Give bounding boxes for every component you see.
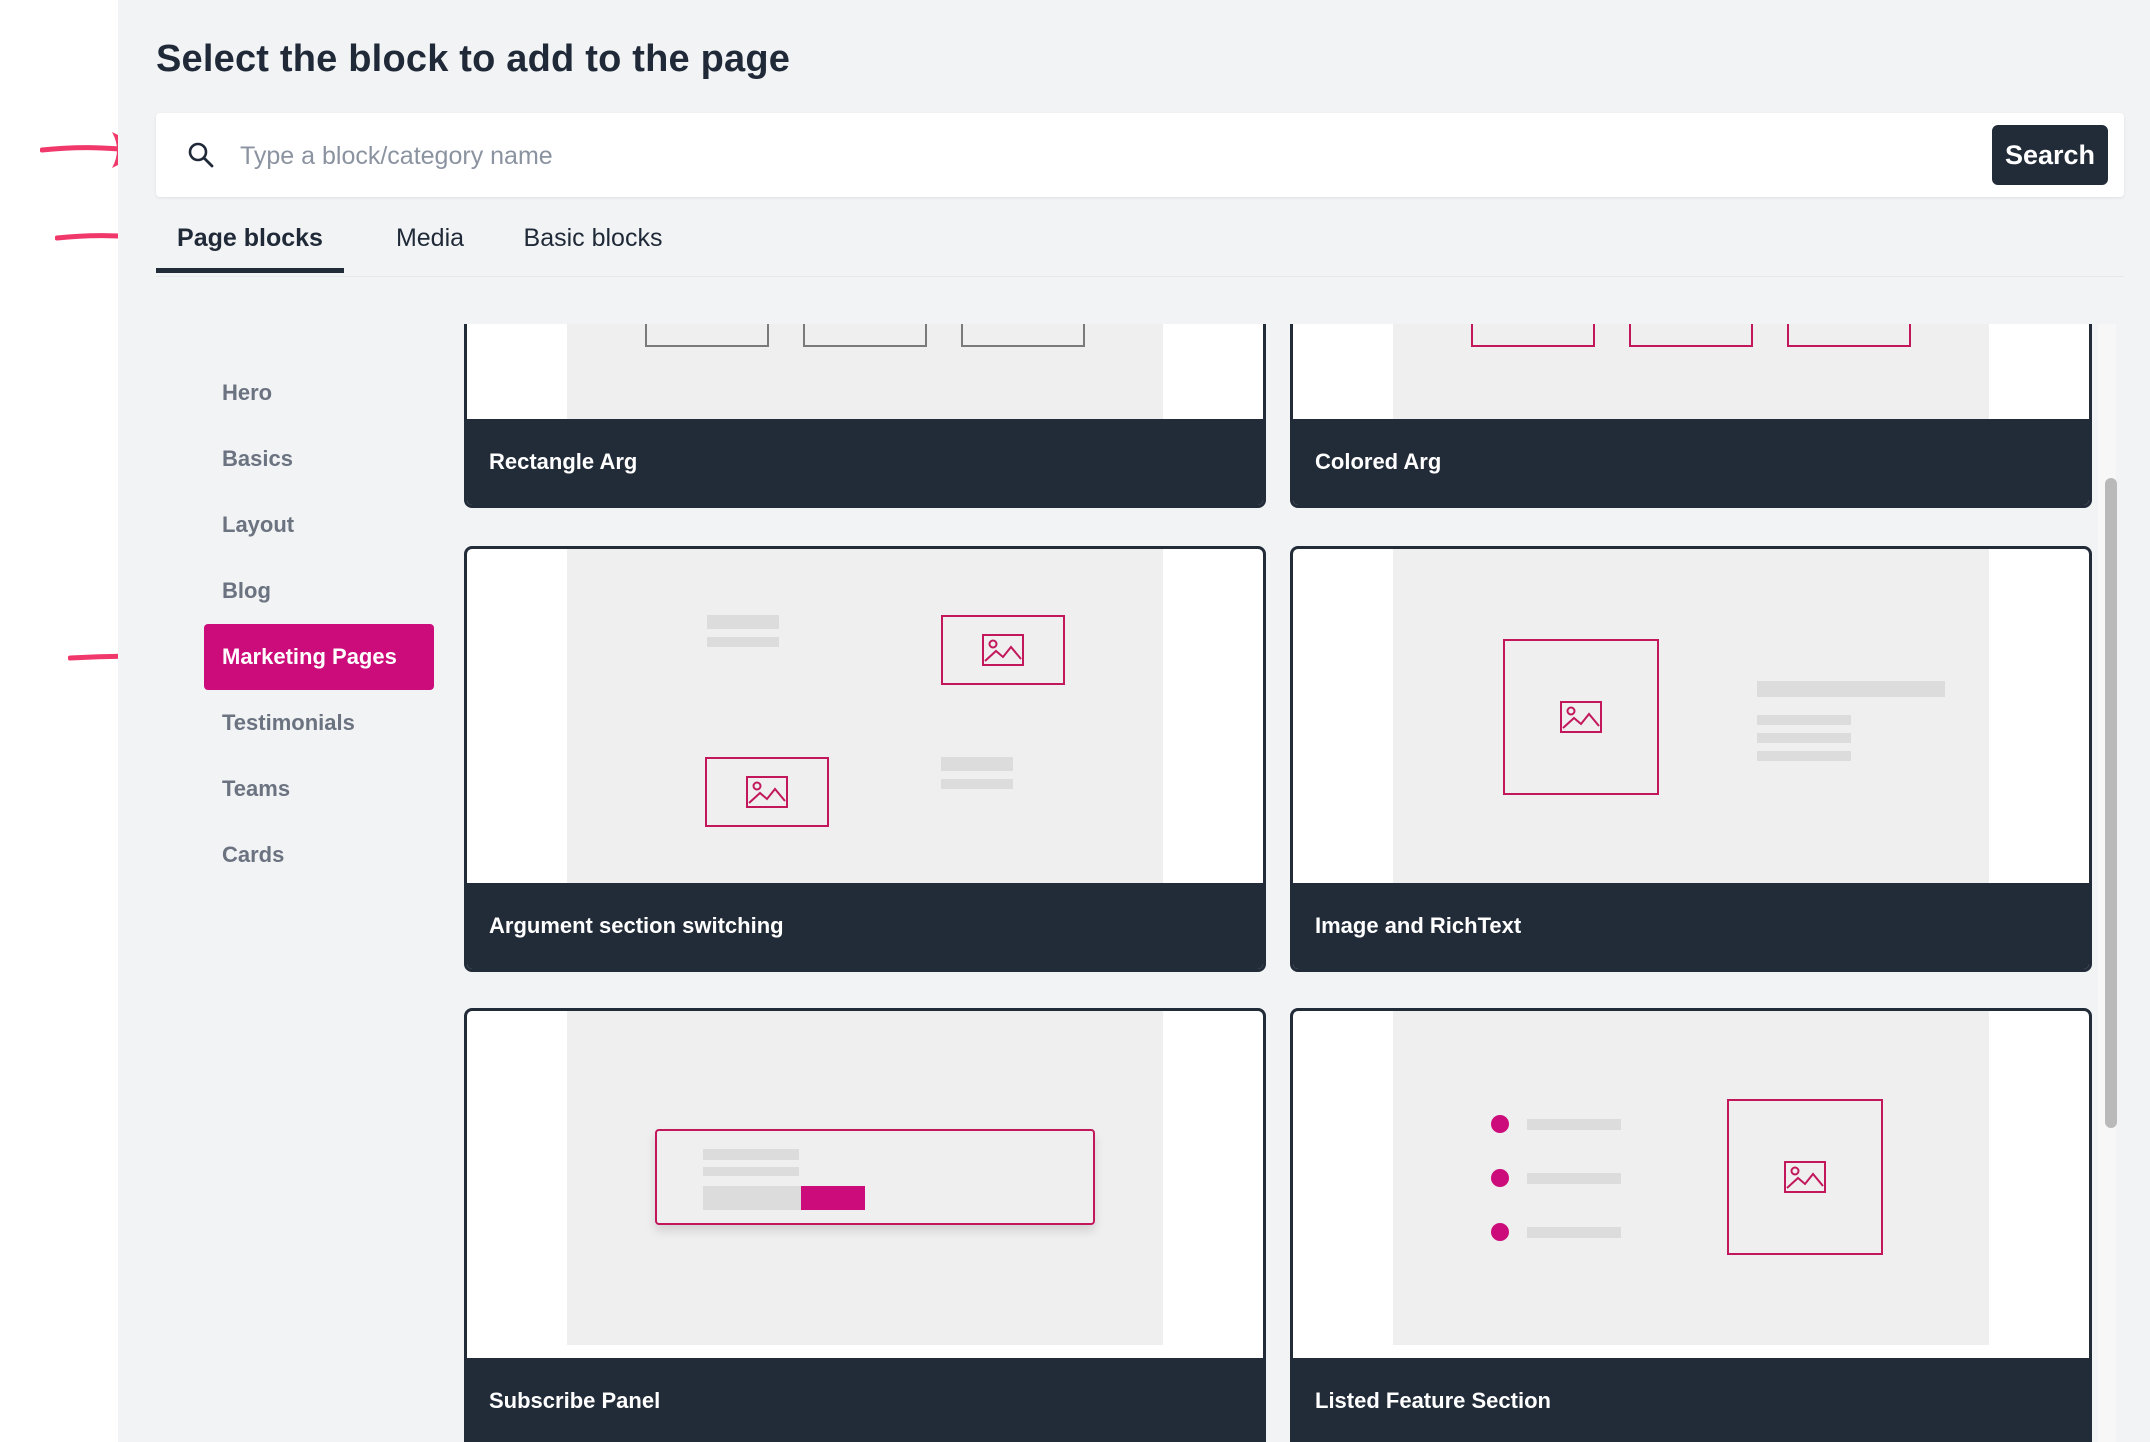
image-placeholder bbox=[941, 615, 1065, 685]
text-placeholder bbox=[1527, 1227, 1621, 1238]
block-card-title: Rectangle Arg bbox=[467, 419, 1263, 505]
text-placeholder bbox=[941, 757, 1013, 771]
bullet-dot bbox=[1491, 1169, 1509, 1187]
image-placeholder bbox=[1503, 639, 1659, 795]
search-icon bbox=[188, 142, 214, 168]
image-icon bbox=[982, 634, 1024, 666]
sidebar-item-cards[interactable]: Cards bbox=[204, 822, 434, 888]
search-input[interactable] bbox=[238, 129, 1742, 183]
image-placeholder bbox=[705, 757, 829, 827]
text-placeholder bbox=[1757, 715, 1851, 725]
tab-page-blocks[interactable]: Page blocks bbox=[156, 210, 344, 273]
block-card-title: Listed Feature Section bbox=[1293, 1358, 2089, 1442]
preview-box bbox=[1629, 324, 1753, 347]
block-picker-panel: Select the block to add to the page Sear… bbox=[118, 0, 2150, 1442]
text-placeholder bbox=[1757, 733, 1851, 743]
text-placeholder bbox=[707, 637, 779, 647]
block-card-listed-feature-section[interactable]: Listed Feature Section bbox=[1290, 1008, 2092, 1442]
text-placeholder bbox=[703, 1149, 799, 1160]
block-grid: Rectangle Arg Colored Arg Argument secti… bbox=[464, 324, 2134, 1442]
preview-box bbox=[1787, 324, 1911, 347]
bullet-dot bbox=[1491, 1223, 1509, 1241]
tab-bar: Page blocks Media Basic blocks bbox=[156, 210, 2124, 277]
block-card-title: Image and RichText bbox=[1293, 883, 2089, 969]
input-placeholder bbox=[703, 1186, 801, 1210]
dialog-title: Select the block to add to the page bbox=[156, 38, 791, 80]
block-card-subscribe-panel[interactable]: Subscribe Panel bbox=[464, 1008, 1266, 1442]
image-icon bbox=[746, 776, 788, 808]
bullet-dot bbox=[1491, 1115, 1509, 1133]
sidebar-item-teams[interactable]: Teams bbox=[204, 756, 434, 822]
block-card-title: Colored Arg bbox=[1293, 419, 2089, 505]
image-icon bbox=[1784, 1161, 1826, 1193]
block-preview bbox=[467, 549, 1263, 883]
block-card-colored-arg[interactable]: Colored Arg bbox=[1290, 324, 2092, 508]
sidebar-item-marketing-pages[interactable]: Marketing Pages bbox=[204, 624, 434, 690]
sidebar-item-hero[interactable]: Hero bbox=[204, 360, 434, 426]
text-placeholder bbox=[941, 779, 1013, 789]
button-placeholder bbox=[801, 1186, 865, 1210]
scrollbar-thumb[interactable] bbox=[2105, 478, 2117, 1128]
text-placeholder bbox=[703, 1167, 799, 1176]
block-card-argument-section-switching[interactable]: Argument section switching bbox=[464, 546, 1266, 972]
sidebar-item-blog[interactable]: Blog bbox=[204, 558, 434, 624]
image-icon bbox=[1560, 701, 1602, 733]
block-card-title: Argument section switching bbox=[467, 883, 1263, 969]
sidebar-item-testimonials[interactable]: Testimonials bbox=[204, 690, 434, 756]
text-placeholder bbox=[707, 615, 779, 629]
image-placeholder bbox=[1727, 1099, 1883, 1255]
block-card-image-and-richtext[interactable]: Image and RichText bbox=[1290, 546, 2092, 972]
tab-media[interactable]: Media bbox=[370, 210, 490, 273]
block-preview bbox=[467, 1011, 1263, 1345]
sidebar-item-layout[interactable]: Layout bbox=[204, 492, 434, 558]
text-placeholder bbox=[1527, 1119, 1621, 1130]
block-preview bbox=[1293, 324, 2089, 419]
text-placeholder bbox=[1757, 751, 1851, 761]
sidebar-item-basics[interactable]: Basics bbox=[204, 426, 434, 492]
block-card-rectangle-arg[interactable]: Rectangle Arg bbox=[464, 324, 1266, 508]
preview-box bbox=[803, 324, 927, 347]
preview-box bbox=[1471, 324, 1595, 347]
preview-box bbox=[645, 324, 769, 347]
text-placeholder bbox=[1757, 681, 1945, 697]
search-button[interactable]: Search bbox=[1992, 125, 2108, 185]
block-preview bbox=[1293, 549, 2089, 883]
preview-box bbox=[961, 324, 1085, 347]
text-placeholder bbox=[1527, 1173, 1621, 1184]
block-card-title: Subscribe Panel bbox=[467, 1358, 1263, 1442]
search-bar: Search bbox=[156, 113, 2124, 197]
block-preview bbox=[467, 324, 1263, 419]
block-preview bbox=[1293, 1011, 2089, 1345]
subscribe-box-placeholder bbox=[655, 1129, 1095, 1225]
tab-basic-blocks[interactable]: Basic blocks bbox=[510, 210, 676, 273]
